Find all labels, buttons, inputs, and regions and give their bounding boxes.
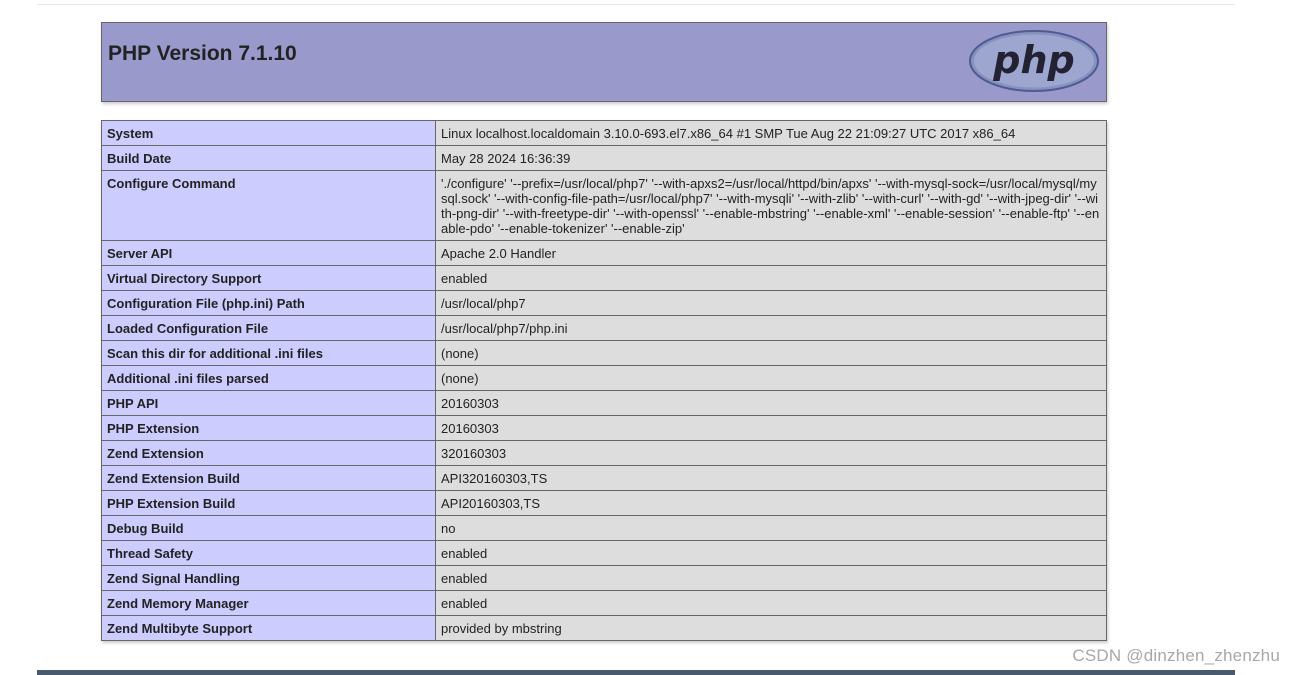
setting-value: Linux localhost.localdomain 3.10.0-693.e… bbox=[435, 120, 1107, 146]
setting-name: PHP Extension Build bbox=[101, 490, 436, 516]
page-title: PHP Version 7.1.10 bbox=[108, 42, 297, 65]
setting-value: Apache 2.0 Handler bbox=[435, 240, 1107, 266]
setting-name: Zend Signal Handling bbox=[101, 565, 436, 591]
setting-value: enabled bbox=[435, 565, 1107, 591]
table-row: Build Date May 28 2024 16:36:39 bbox=[101, 145, 1107, 171]
table-row: Scan this dir for additional .ini files(… bbox=[101, 340, 1107, 366]
table-row: Zend Extension Build API320160303,TS bbox=[101, 465, 1107, 491]
setting-value: './configure' '--prefix=/usr/local/php7'… bbox=[435, 170, 1107, 241]
setting-value: enabled bbox=[435, 540, 1107, 566]
setting-value: (none) bbox=[435, 365, 1107, 391]
setting-value: no bbox=[435, 515, 1107, 541]
setting-name: Zend Extension Build bbox=[101, 465, 436, 491]
watermark-text: CSDN @dinzhen_zhenzhu bbox=[1072, 646, 1280, 665]
setting-value: May 28 2024 16:36:39 bbox=[435, 145, 1107, 171]
setting-name: Zend Multibyte Support bbox=[101, 615, 436, 641]
table-row: Zend Memory Manager enabled bbox=[101, 590, 1107, 616]
table-row: Virtual Directory Support enabled bbox=[101, 265, 1107, 291]
php-logo-text: php bbox=[992, 38, 1074, 82]
setting-name: Additional .ini files parsed bbox=[101, 365, 436, 391]
setting-name: PHP Extension bbox=[101, 415, 436, 441]
setting-value: 20160303 bbox=[435, 390, 1107, 416]
setting-name: Zend Extension bbox=[101, 440, 436, 466]
phpinfo-header: PHP Version 7.1.10 php bbox=[101, 22, 1107, 102]
info-table: System Linux localhost.localdomain 3.10.0… bbox=[101, 120, 1107, 641]
table-row: Debug Build no bbox=[101, 515, 1107, 541]
setting-value: API20160303,TS bbox=[435, 490, 1107, 516]
setting-value: enabled bbox=[435, 265, 1107, 291]
setting-name: Thread Safety bbox=[101, 540, 436, 566]
setting-name: Build Date bbox=[101, 145, 436, 171]
table-row: Configure Command './configure' '--prefix… bbox=[101, 170, 1107, 241]
table-row: PHP API 20160303 bbox=[101, 390, 1107, 416]
setting-name: Scan this dir for additional .ini files bbox=[101, 340, 436, 366]
setting-name: Debug Build bbox=[101, 515, 436, 541]
setting-value: 20160303 bbox=[435, 415, 1107, 441]
table-row: Zend Extension 320160303 bbox=[101, 440, 1107, 466]
setting-name: Virtual Directory Support bbox=[101, 265, 436, 291]
setting-value: provided by mbstring bbox=[435, 615, 1107, 641]
table-row: System Linux localhost.localdomain 3.10.0… bbox=[101, 120, 1107, 146]
setting-name: Configure Command bbox=[101, 170, 436, 241]
setting-value: (none) bbox=[435, 340, 1107, 366]
php-logo-icon[interactable]: php bbox=[968, 30, 1100, 92]
setting-name: Configuration File (php.ini) Path bbox=[101, 290, 436, 316]
setting-value: API320160303,TS bbox=[435, 465, 1107, 491]
setting-value: 320160303 bbox=[435, 440, 1107, 466]
table-row: Thread Safety enabled bbox=[101, 540, 1107, 566]
table-row: PHP Extension 20160303 bbox=[101, 415, 1107, 441]
window-bottom-bar bbox=[37, 670, 1235, 675]
table-row: Additional .ini files parsed (none) bbox=[101, 365, 1107, 391]
top-divider bbox=[37, 4, 1235, 5]
table-row: PHP Extension Build API20160303,TS bbox=[101, 490, 1107, 516]
setting-name: Zend Memory Manager bbox=[101, 590, 436, 616]
table-row: Zend Signal Handling enabled bbox=[101, 565, 1107, 591]
table-row: Loaded Configuration File/usr/local/php7… bbox=[101, 315, 1107, 341]
setting-name: Server API bbox=[101, 240, 436, 266]
setting-name: Loaded Configuration File bbox=[101, 315, 436, 341]
setting-value: enabled bbox=[435, 590, 1107, 616]
table-row: Server API Apache 2.0 Handler bbox=[101, 240, 1107, 266]
setting-value: /usr/local/php7 bbox=[435, 290, 1107, 316]
table-row: Zend Multibyte Support provided by mbstri… bbox=[101, 615, 1107, 641]
setting-name: PHP API bbox=[101, 390, 436, 416]
table-row: Configuration File (php.ini) Path/usr/lo… bbox=[101, 290, 1107, 316]
setting-value: /usr/local/php7/php.ini bbox=[435, 315, 1107, 341]
phpinfo-container: PHP Version 7.1.10 php System Linux local… bbox=[101, 22, 1107, 641]
setting-name: System bbox=[101, 120, 436, 146]
